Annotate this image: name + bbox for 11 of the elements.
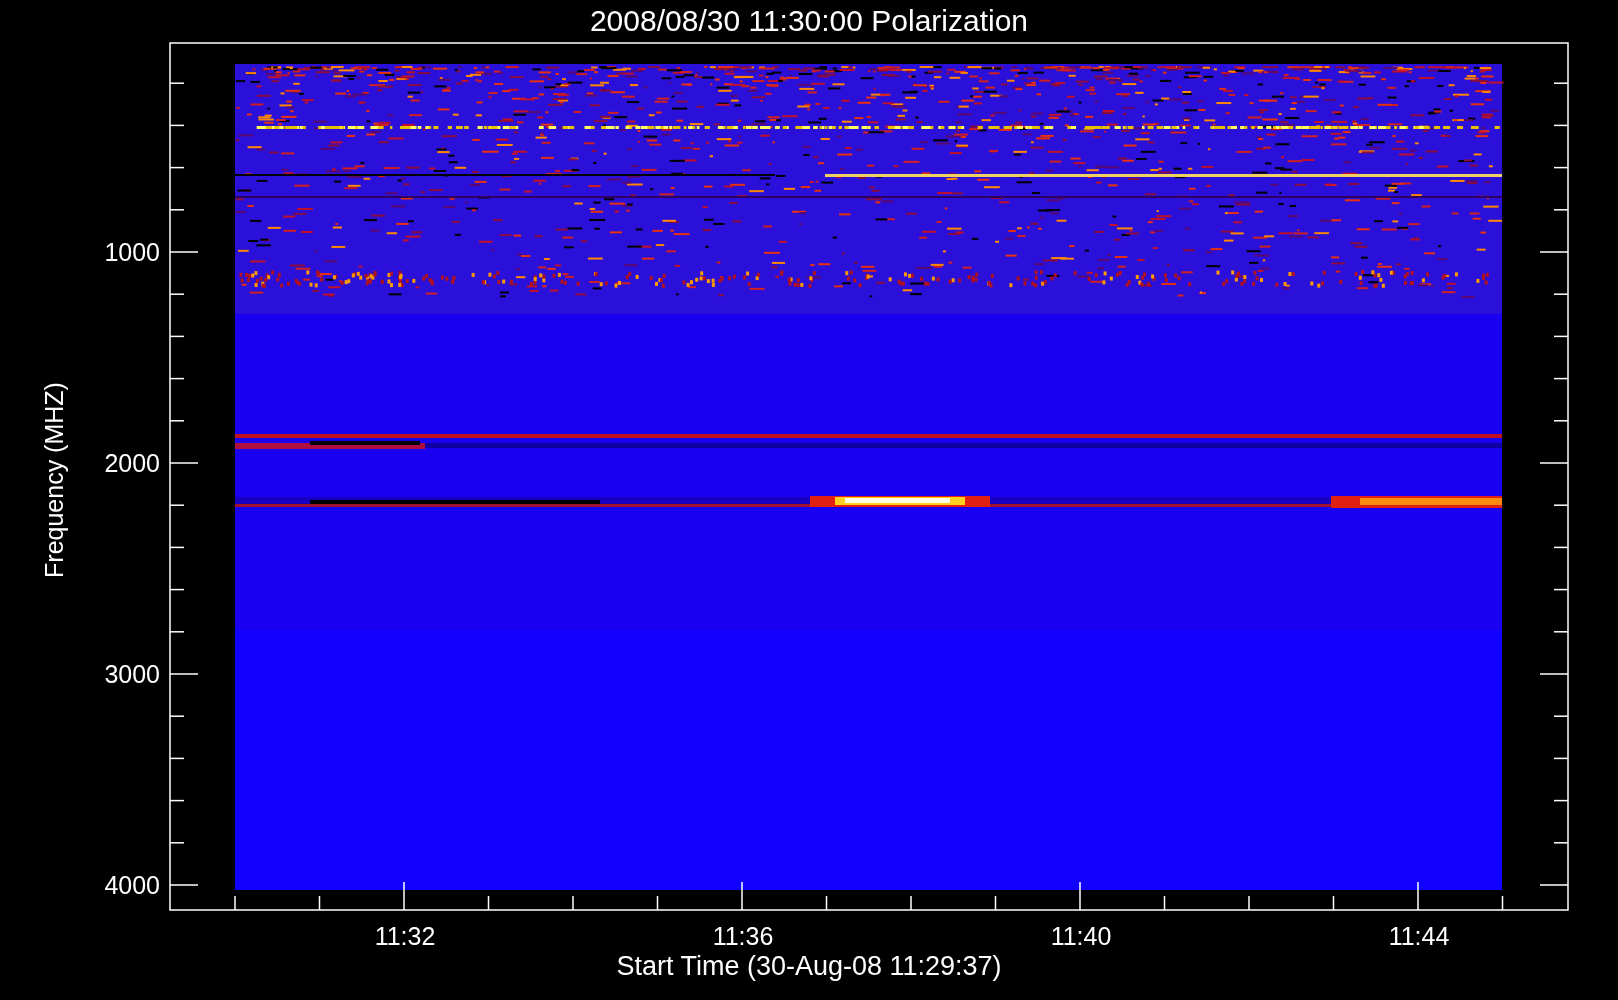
tick-label: 11:40: [1050, 922, 1112, 950]
tick-label: 2000: [104, 449, 160, 477]
axis-title: Start Time (30-Aug-08 11:29:37): [616, 951, 1002, 981]
chart-title: 2008/08/30 11:30:00 Polarization: [589, 4, 1029, 37]
axis-title: Frequency (MHZ): [40, 382, 68, 578]
tick-label: 11:32: [374, 922, 436, 950]
tick-label: 11:44: [1388, 922, 1450, 950]
tick-label: 1000: [104, 238, 160, 266]
tick-label: 4000: [104, 871, 160, 899]
tick-label: 3000: [104, 660, 160, 688]
tick-label: 11:36: [712, 922, 774, 950]
